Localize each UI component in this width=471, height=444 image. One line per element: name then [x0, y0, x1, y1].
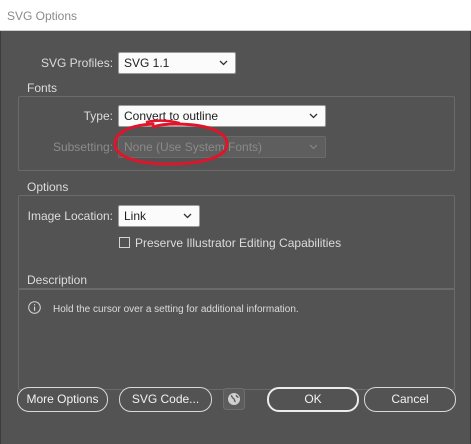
fonts-group-title: Fonts: [27, 81, 58, 95]
window-title: SVG Options: [7, 9, 78, 23]
chevron-down-icon: [309, 113, 318, 119]
svg-profiles-select[interactable]: SVG 1.1: [118, 52, 236, 74]
subsetting-label: Subsetting:: [52, 140, 113, 154]
description-text: Hold the cursor over a setting for addit…: [53, 304, 299, 315]
title-bar: SVG Options: [0, 0, 471, 31]
font-type-value: Convert to outline: [124, 109, 219, 123]
font-type-label: Type:: [83, 109, 113, 123]
globe-icon[interactable]: [223, 388, 245, 410]
preserve-editing-label[interactable]: Preserve Illustrator Editing Capabilitie…: [135, 236, 341, 250]
font-type-select[interactable]: Convert to outline: [118, 105, 326, 127]
svg-profiles-value: SVG 1.1: [124, 56, 170, 70]
subsetting-select: None (Use System Fonts): [118, 136, 326, 158]
chevron-down-icon: [183, 213, 192, 219]
svg-options-dialog: SVG Profiles: SVG 1.1 Fonts Type: Conver…: [0, 31, 471, 444]
more-options-button[interactable]: More Options: [17, 387, 108, 412]
chevron-down-icon: [219, 60, 228, 66]
svg-profiles-label: SVG Profiles:: [41, 56, 114, 70]
image-location-select[interactable]: Link: [118, 205, 200, 227]
info-icon: [28, 301, 41, 314]
cancel-button[interactable]: Cancel: [364, 387, 456, 412]
options-group-title: Options: [27, 180, 69, 194]
svg-code-button[interactable]: SVG Code...: [119, 387, 212, 412]
description-group-title: Description: [27, 273, 88, 287]
preserve-editing-checkbox[interactable]: [119, 237, 130, 248]
image-location-value: Link: [124, 209, 147, 223]
chevron-down-icon: [309, 144, 318, 150]
subsetting-value: None (Use System Fonts): [124, 140, 263, 154]
image-location-label: Image Location:: [27, 209, 113, 223]
ok-button[interactable]: OK: [267, 387, 359, 412]
